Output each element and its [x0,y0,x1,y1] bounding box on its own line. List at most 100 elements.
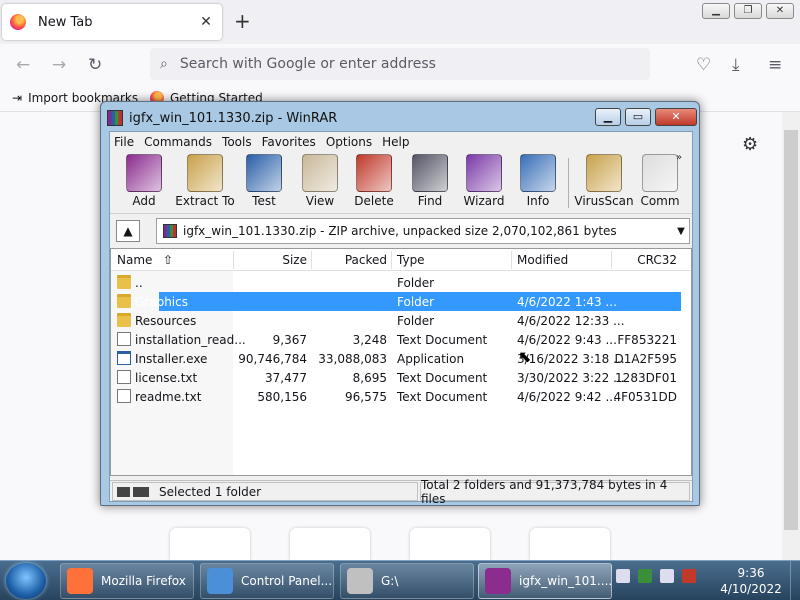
folder-icon [117,294,131,308]
tool-label: Info [526,194,550,208]
taskbar-control-panel[interactable]: Control Panel... [200,563,334,599]
back-arrow-icon[interactable]: ← [16,56,30,74]
file-row[interactable]: installation_read... 9,367 3,248 Text Docum… [111,330,691,349]
tab-title: New Tab [38,14,93,30]
taskbar-drive-g[interactable]: G:\ [340,563,474,599]
file-row[interactable]: readme.txt 580,156 96,575 Text Document 4/6/… [111,387,691,406]
top-site-tile[interactable] [410,528,490,560]
scrollbar-thumb[interactable] [784,130,798,530]
file-list[interactable]: Name ⇧ Size Packed Type Modified CRC32 .… [110,248,692,476]
file-row[interactable]: Graphics Folder 4/6/2022 1:43 ... [111,292,691,311]
tool-label: VirusScan [574,194,634,208]
wizard-button[interactable]: Wizard [456,154,512,208]
test-button[interactable]: Test [236,154,292,208]
show-desktop-button[interactable] [790,561,800,600]
minimize-button[interactable]: ▁ [702,3,730,19]
firefox-logo-icon [10,14,26,30]
cell-packed: 33,088,083 [318,352,387,366]
status-selection: Selected 1 folder [112,482,418,501]
menu-file[interactable]: File [114,135,134,149]
column-size[interactable]: Size [261,253,307,267]
top-site-tile[interactable] [530,528,610,560]
tool-label: Add [132,194,156,208]
find-button[interactable]: Find [402,154,458,208]
menu-tools[interactable]: Tools [222,135,252,149]
info-button[interactable]: Info [510,154,566,208]
search-input[interactable]: Search with Google or enter address [180,56,436,72]
cell-crc: D1A2F595 [614,352,677,366]
toolbar-overflow-icon[interactable]: » [676,152,682,163]
page-scrollbar[interactable] [782,112,800,560]
test-icon [246,154,282,192]
start-button[interactable] [6,563,46,599]
maximize-button[interactable]: ❐ [734,3,762,19]
column-type[interactable]: Type [397,253,425,267]
cell-name: .. [135,276,143,290]
column-name[interactable]: Name [117,253,152,267]
add-button[interactable]: Add [116,154,172,208]
menu-options[interactable]: Options [326,135,372,149]
extract-to-button[interactable]: Extract To [172,154,238,208]
file-row[interactable]: license.txt 37,477 8,695 Text Document 3/30/… [111,368,691,387]
column-crc32[interactable]: CRC32 [621,253,677,267]
tray-network-icon[interactable] [660,569,674,583]
tray-document-icon[interactable] [616,569,630,583]
clock-time: 9:36 [737,566,765,580]
menu-icon[interactable]: ≡ [768,56,782,74]
file-row[interactable]: .. Folder [111,273,691,292]
minimize-button[interactable]: ▁ [595,108,621,126]
virusscan-button[interactable]: VirusScan [572,154,636,208]
cell-modified: 4/6/2022 9:42 ... [517,390,617,404]
menu-help[interactable]: Help [382,135,409,149]
view-icon [302,154,338,192]
tool-label: Comm [640,194,680,208]
firefox-tab-bar: New Tab ✕ + ▁ ❐ ✕ [0,0,800,44]
taskbar-label: G:\ [381,574,399,588]
tool-label: Extract To [175,194,235,208]
archive-path-combo[interactable]: igfx_win_101.1330.zip - ZIP archive, unp… [156,218,690,244]
cell-size: 9,367 [272,333,307,347]
cell-crc: 1283DF01 [615,371,677,385]
maximize-button[interactable]: ▭ [625,108,651,126]
new-tab-button[interactable]: + [234,10,251,32]
close-window-button[interactable]: ✕ [655,108,697,126]
control-panel-icon [207,568,233,594]
cell-type: Folder [397,314,435,328]
system-tray [616,569,696,583]
drive-icon [347,568,373,594]
tab-new-tab[interactable]: New Tab ✕ [2,4,222,40]
cell-name: license.txt [135,371,198,385]
folder-icon [117,275,131,289]
pocket-icon[interactable]: ♡ [696,56,711,74]
top-site-tile[interactable] [290,528,370,560]
download-icon[interactable]: ⤓ [732,56,740,74]
column-modified[interactable]: Modified [517,253,568,267]
top-site-tile[interactable] [170,528,250,560]
close-icon[interactable]: ✕ [198,14,214,30]
address-bar[interactable]: ⌕ Search with Google or enter address [150,48,650,80]
up-folder-button[interactable]: ▲ [116,220,140,242]
delete-button[interactable]: Delete [346,154,402,208]
menu-favorites[interactable]: Favorites [262,135,316,149]
taskbar-winrar[interactable]: igfx_win_101.... [478,563,612,599]
application-icon [117,351,131,365]
reload-icon[interactable]: ↻ [88,56,102,74]
file-row[interactable]: Installer.exe 90,746,784 33,088,083 Applica… [111,349,691,368]
view-button[interactable]: View [292,154,348,208]
cell-packed: 96,575 [345,390,387,404]
tray-action-center-icon[interactable] [638,569,652,583]
forward-arrow-icon[interactable]: → [52,56,66,74]
taskbar-firefox[interactable]: Mozilla Firefox [60,563,194,599]
chevron-down-icon[interactable]: ▼ [673,226,689,237]
close-window-button[interactable]: ✕ [766,3,794,19]
gear-icon[interactable]: ⚙ [742,134,758,155]
clock[interactable]: 9:36 4/10/2022 [716,565,786,597]
file-row[interactable]: Resources Folder 4/6/2022 12:33 ... [111,311,691,330]
address-row: ▲ igfx_win_101.1330.zip - ZIP archive, u… [110,216,692,246]
comment-icon [642,154,678,192]
cell-type: Folder [397,295,435,309]
column-packed[interactable]: Packed [321,253,387,267]
tool-label: Delete [354,194,394,208]
tray-volume-muted-icon[interactable] [682,569,696,583]
menu-commands[interactable]: Commands [144,135,212,149]
